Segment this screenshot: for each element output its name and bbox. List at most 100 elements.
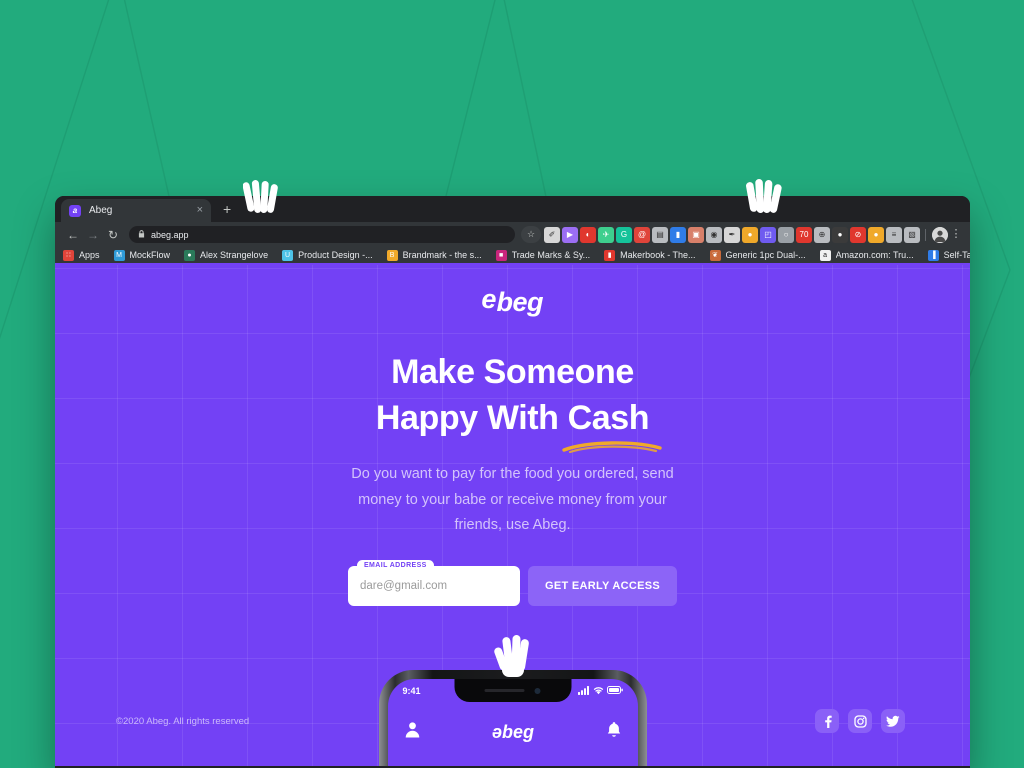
color-wheel-extension-icon[interactable]: ● [742, 226, 758, 243]
right-hand-illustration [746, 178, 784, 219]
bookmark-favicon-icon: B [386, 249, 398, 261]
app-top-bar: əbeg [388, 712, 638, 752]
bookmark-item[interactable]: a Amazon.com: Tru... [819, 249, 914, 261]
bookmark-label: Apps [79, 250, 100, 260]
email-field-wrapper: EMAIL ADDRESS [347, 560, 520, 607]
bell-icon[interactable] [606, 721, 622, 743]
bookmark-favicon-icon: ∷ [63, 249, 74, 261]
tab-favicon-icon: a [69, 204, 81, 217]
browser-menu-icon[interactable]: ⋮ [950, 229, 962, 240]
tab-strip: a Abeg × + [55, 196, 970, 222]
bookmark-label: Generic 1pc Dual-... [725, 250, 806, 260]
pen-extension-icon[interactable]: ✐ [544, 226, 560, 243]
phone-app-logo: əbeg [492, 723, 534, 741]
bookmark-item[interactable]: B Brandmark - the s... [386, 249, 482, 261]
seventy-ten-extension-icon[interactable]: 70 [796, 226, 812, 243]
logo-text: beg [496, 287, 544, 317]
camera-extension-icon[interactable]: ◉ [706, 226, 722, 243]
red-spiral-extension-icon[interactable]: @ [634, 226, 650, 243]
bookmark-label: Brandmark - the s... [402, 250, 482, 260]
facebook-icon[interactable] [815, 709, 839, 733]
bookmark-favicon-icon: ■ [495, 249, 507, 261]
bookmark-item[interactable]: ▮ Makerbook - The... [604, 249, 696, 261]
battery-icon [606, 686, 623, 696]
new-tab-button[interactable]: + [223, 202, 231, 216]
abeg-logo: əbeg [55, 287, 970, 318]
bookmark-item[interactable]: ▐ Self-Taught UX #s... [927, 249, 970, 261]
hero-section: əbeg Make Someone Happy With Cash Do you… [55, 287, 970, 607]
person-icon[interactable] [404, 721, 421, 743]
tab-title: Abeg [89, 205, 113, 216]
email-input[interactable] [347, 580, 520, 593]
signal-bars-icon [577, 685, 590, 697]
bookmark-label: Product Design -... [298, 250, 373, 260]
headline-highlight-word: Cash [567, 398, 650, 437]
page-title: Make Someone Happy With Cash [55, 350, 970, 454]
lock-extension-icon[interactable]: ● [832, 226, 848, 243]
bookmark-item[interactable]: M MockFlow [113, 249, 171, 261]
bookmark-star-icon[interactable]: ☆ [521, 226, 541, 243]
phone-logo-text: beg [502, 722, 535, 742]
globe-extension-icon[interactable]: ○ [778, 226, 794, 243]
bookmarks-bar: ∷ Apps M MockFlow ● Alex Strangelove U Product … [55, 247, 970, 265]
reload-icon[interactable]: ↻ [103, 225, 123, 245]
bookmark-item[interactable]: ❦ Generic 1pc Dual-... [709, 249, 806, 261]
red-circle-extension-icon[interactable]: ◐ [580, 226, 596, 243]
phone-notch [454, 679, 571, 702]
back-icon[interactable]: ← [63, 225, 83, 245]
wifi-icon [593, 686, 604, 697]
instagram-icon[interactable] [848, 709, 872, 733]
front-camera-icon [534, 687, 541, 694]
doc-extension-icon[interactable]: ▧ [904, 226, 920, 243]
browser-toolbar: ← → ↻ abeg.app ☆ ✐ ▶ ◐ ✈ G @ ▤ ▮ ▣ ◉ ✒ ● ◰ ○ 70 ⊕ ● ⊘ ● ≡ ▧ … [55, 222, 970, 247]
bookmark-item[interactable]: ■ Trade Marks & Sy... [495, 249, 591, 261]
tab-abeg[interactable]: a Abeg × [61, 199, 211, 222]
lock-icon [138, 229, 145, 240]
get-early-access-button[interactable]: GET EARLY ACCESS [527, 566, 678, 607]
list-extension-icon[interactable]: ≡ [886, 226, 902, 243]
blue-bookmark-extension-icon[interactable]: ▮ [670, 226, 686, 243]
copyright-text: ©2020 Abeg. All rights reserved [116, 716, 250, 727]
left-hand-illustration [242, 180, 279, 219]
bookmark-favicon-icon: ▐ [927, 249, 939, 261]
phone-frame: 9:41 əbeg [378, 670, 647, 766]
green-bird-extension-icon[interactable]: ✈ [598, 226, 614, 243]
bookmark-label: Self-Taught UX #s... [943, 250, 970, 260]
close-icon[interactable]: × [197, 205, 203, 216]
bookmark-item[interactable]: U Product Design -... [282, 249, 373, 261]
gray-page-extension-icon[interactable]: ▤ [652, 226, 668, 243]
email-field-label: EMAIL ADDRESS [356, 560, 434, 572]
forward-icon[interactable]: → [83, 225, 103, 245]
orange-blob-extension-icon[interactable]: ● [868, 226, 884, 243]
page-subtitle: Do you want to pay for the food you orde… [351, 466, 674, 534]
purple-shape-extension-icon[interactable]: ▶ [562, 226, 578, 243]
bookmark-item[interactable]: ● Alex Strangelove [184, 249, 268, 261]
no-entry-extension-icon[interactable]: ⊘ [850, 226, 866, 243]
phone-mockup: 9:41 əbeg [378, 670, 647, 766]
headline-line-1: Make Someone [391, 353, 634, 391]
bookmark-label: Trade Marks & Sy... [511, 250, 591, 260]
bookmark-favicon-icon: ● [184, 249, 196, 261]
underline-swoosh-icon [561, 441, 662, 454]
squares-extension-icon[interactable]: ◰ [760, 226, 776, 243]
address-bar[interactable]: abeg.app [129, 226, 515, 243]
twitter-icon[interactable] [881, 709, 905, 733]
phone-screen: 9:41 əbeg [387, 679, 638, 766]
eyedropper-extension-icon[interactable]: ✒ [724, 226, 740, 243]
profile-avatar[interactable] [932, 226, 948, 243]
early-access-form: EMAIL ADDRESS GET EARLY ACCESS [55, 560, 970, 607]
browser-window: a Abeg × + ← → ↻ abeg.app ☆ ✐ ▶ ◐ ✈ G @ ▤ ▮ ▣ ◉ ✒ ●… [55, 196, 970, 768]
bookmark-label: MockFlow [129, 250, 171, 260]
window-extension-icon[interactable]: ▣ [688, 226, 704, 243]
bookmark-favicon-icon: M [113, 249, 125, 261]
bookmark-label: Amazon.com: Tru... [835, 250, 914, 260]
url-text: abeg.app [151, 229, 189, 240]
bookmark-favicon-icon: a [819, 249, 831, 261]
grammarly-extension-icon[interactable]: G [616, 226, 632, 243]
earpiece-speaker [484, 689, 525, 692]
bookmark-item[interactable]: ∷ Apps [63, 249, 100, 261]
ruler-extension-icon[interactable]: ⊕ [814, 226, 830, 243]
waving-hand-illustration [493, 633, 532, 682]
headline-line-2-prefix: Happy With [375, 398, 568, 437]
social-links [815, 709, 905, 733]
